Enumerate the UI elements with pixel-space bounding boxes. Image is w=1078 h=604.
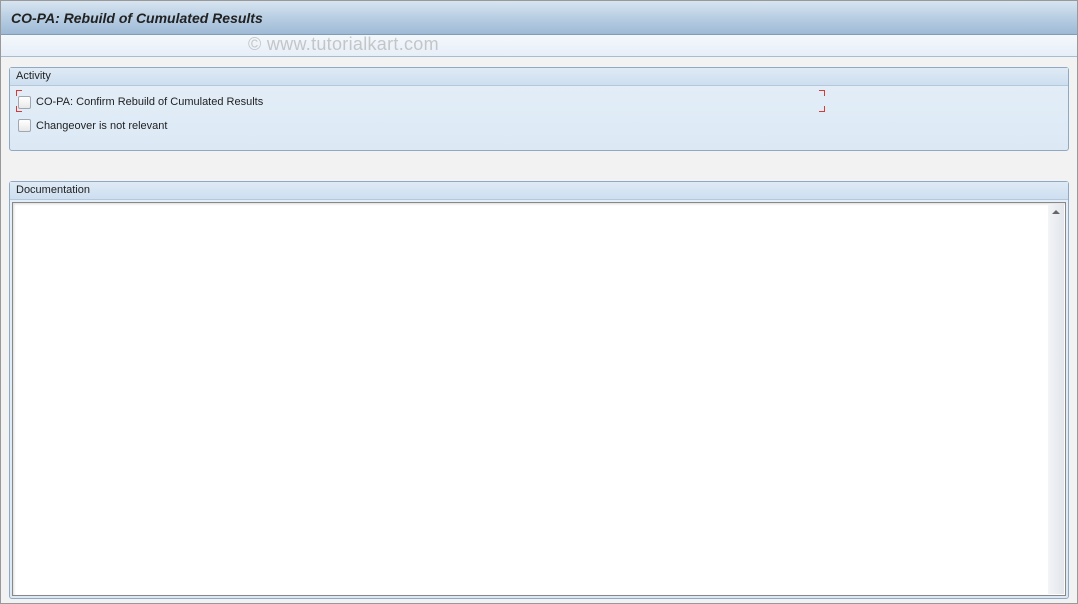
activity-group-title: Activity [10, 68, 1068, 86]
changeover-checkbox[interactable] [18, 119, 31, 132]
documentation-group: Documentation [9, 181, 1069, 599]
activity-group-body: CO-PA: Confirm Rebuild of Cumulated Resu… [10, 86, 1068, 150]
scroll-up-button[interactable] [1048, 204, 1064, 220]
confirm-rebuild-row: CO-PA: Confirm Rebuild of Cumulated Resu… [18, 92, 823, 112]
activity-group: Activity CO-PA: Confirm Rebuild of Cumul… [9, 67, 1069, 151]
chevron-up-icon [1051, 207, 1061, 217]
documentation-body [10, 200, 1068, 598]
confirm-rebuild-checkbox[interactable] [18, 96, 31, 109]
changeover-row: Changeover is not relevant [18, 116, 1060, 136]
content-area: Activity CO-PA: Confirm Rebuild of Cumul… [1, 57, 1077, 599]
confirm-rebuild-label: CO-PA: Confirm Rebuild of Cumulated Resu… [36, 96, 263, 108]
page-title: CO-PA: Rebuild of Cumulated Results [11, 10, 263, 26]
toolbar-spacer [1, 35, 1077, 57]
title-bar: CO-PA: Rebuild of Cumulated Results [1, 1, 1077, 35]
confirm-field-focus-wrap: CO-PA: Confirm Rebuild of Cumulated Resu… [18, 92, 823, 110]
app-window: CO-PA: Rebuild of Cumulated Results © ww… [0, 0, 1078, 604]
vertical-scrollbar[interactable] [1048, 204, 1064, 594]
documentation-group-title: Documentation [10, 182, 1068, 200]
documentation-textarea[interactable] [12, 202, 1066, 596]
changeover-label: Changeover is not relevant [36, 120, 167, 132]
